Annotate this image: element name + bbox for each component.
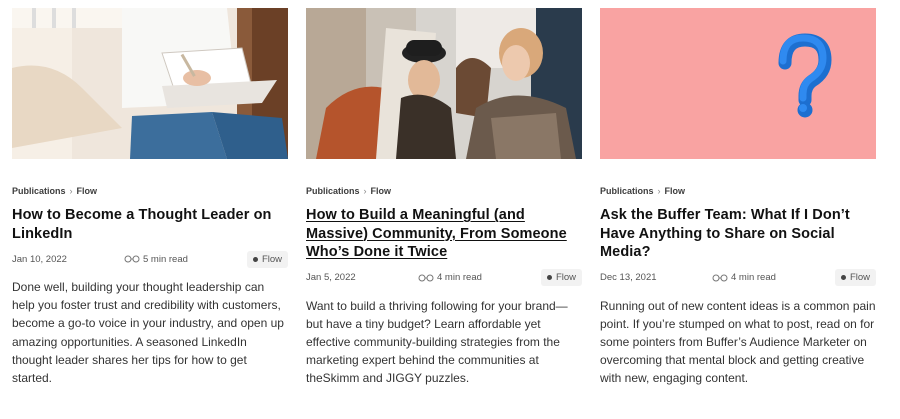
dot-icon — [546, 275, 552, 280]
article-title: How to Build a Meaningful (and Massive) … — [306, 206, 582, 262]
breadcrumb-parent-link[interactable]: Publications — [306, 186, 360, 196]
article-card: Publications › Flow How to Become a Thou… — [12, 8, 288, 387]
chevron-right-icon: › — [657, 186, 661, 196]
article-title-link[interactable]: How to Build a Meaningful (and Massive) … — [306, 207, 567, 260]
breadcrumb-child-link[interactable]: Flow — [665, 186, 686, 196]
read-time-label: 4 min read — [437, 272, 482, 283]
article-title-link[interactable]: How to Become a Thought Leader on Linked… — [12, 207, 271, 242]
read-time: 4 min read — [712, 272, 835, 283]
article-meta: Jan 5, 2022 4 min read Flow — [306, 268, 582, 288]
breadcrumb-child-link[interactable]: Flow — [77, 186, 98, 196]
article-grid: Publications › Flow How to Become a Thou… — [0, 0, 900, 419]
article-title: Ask the Buffer Team: What If I Don’t Hav… — [600, 206, 876, 262]
article-excerpt: Running out of new content ideas is a co… — [600, 298, 876, 386]
category-tag-label: Flow — [261, 253, 282, 265]
breadcrumb: Publications › Flow — [306, 185, 582, 197]
article-thumbnail-image — [12, 8, 288, 159]
article-title-link[interactable]: Ask the Buffer Team: What If I Don’t Hav… — [600, 207, 850, 260]
dot-icon — [840, 275, 846, 280]
breadcrumb: Publications › Flow — [600, 185, 876, 197]
article-excerpt: Done well, building your thought leaders… — [12, 280, 284, 386]
article-card: Publications › Flow Ask the Buffer Team:… — [600, 8, 876, 388]
chevron-right-icon: › — [69, 186, 73, 196]
article-card: Publications › Flow How to Build a Meani… — [306, 8, 582, 388]
article-title: How to Become a Thought Leader on Linked… — [12, 206, 288, 243]
article-date: Jan 10, 2022 — [12, 253, 67, 265]
article-thumbnail-link[interactable] — [306, 8, 582, 159]
article-date: Jan 5, 2022 — [306, 272, 356, 283]
article-meta: Dec 13, 2021 4 min read Flow — [600, 268, 876, 288]
breadcrumb: Publications › Flow — [12, 185, 288, 197]
glasses-icon — [124, 255, 140, 263]
chevron-right-icon: › — [363, 186, 367, 196]
read-time: 5 min read — [124, 254, 247, 265]
read-time: 4 min read — [418, 272, 541, 283]
article-thumbnail-image — [306, 8, 582, 159]
article-date: Dec 13, 2021 — [600, 272, 657, 283]
read-time-label: 5 min read — [143, 253, 188, 265]
article-meta: Jan 10, 2022 5 min read Flow — [12, 249, 288, 269]
category-tag-label: Flow — [555, 272, 576, 283]
article-thumbnail-link[interactable] — [12, 8, 288, 159]
read-time-label: 4 min read — [731, 272, 776, 283]
glasses-icon — [712, 274, 728, 281]
category-tag[interactable]: Flow — [246, 250, 288, 268]
article-excerpt: Want to build a thriving following for y… — [306, 298, 568, 386]
article-thumbnail-link[interactable] — [600, 8, 876, 159]
breadcrumb-child-link[interactable]: Flow — [371, 186, 392, 196]
glasses-icon — [418, 274, 434, 281]
question-mark-image — [600, 8, 876, 159]
dot-icon — [252, 256, 258, 262]
breadcrumb-parent-link[interactable]: Publications — [600, 186, 654, 196]
category-tag-label: Flow — [849, 272, 870, 283]
category-tag[interactable]: Flow — [540, 269, 582, 286]
breadcrumb-parent-link[interactable]: Publications — [12, 186, 66, 196]
category-tag[interactable]: Flow — [834, 269, 876, 286]
